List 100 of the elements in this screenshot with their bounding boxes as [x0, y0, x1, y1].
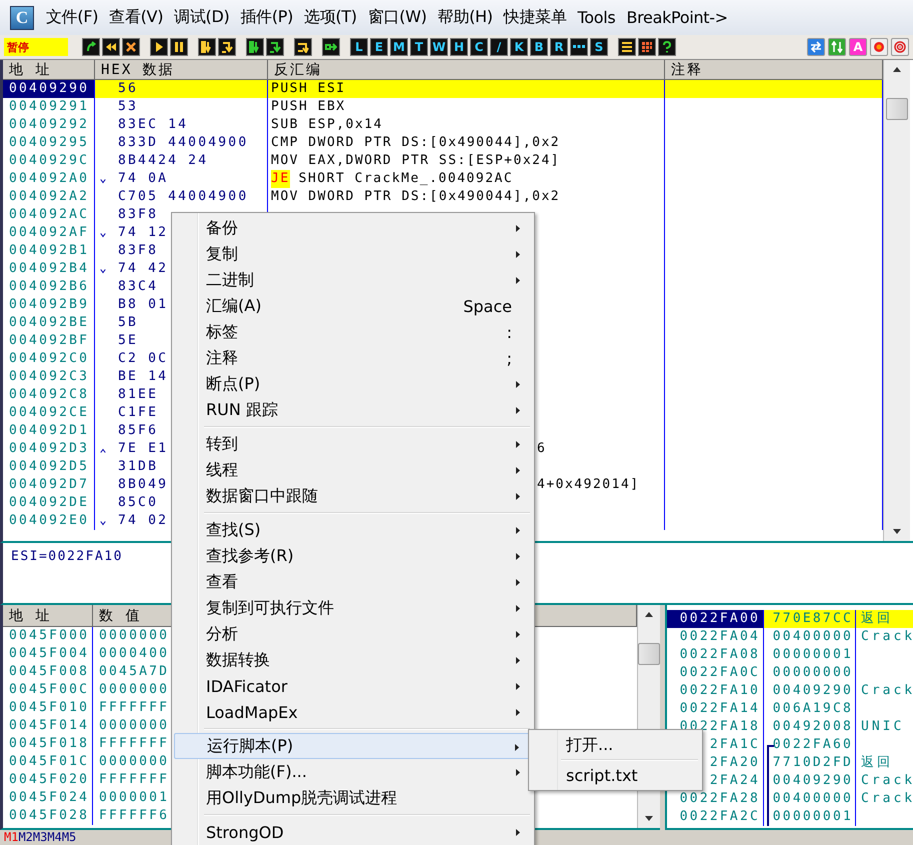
hex-bytes: 83C4 [117, 278, 158, 296]
window-button[interactable]: L [350, 38, 368, 56]
instruction-text: SUB ESP,0x14 [271, 116, 383, 134]
step-over-icon[interactable] [218, 38, 236, 56]
value-cell-text: FFFFFFF [98, 735, 170, 753]
menu-item[interactable]: 二进制 [174, 267, 532, 293]
menu-item[interactable]: 断点(P) [174, 371, 532, 397]
address-cell: 0045F004 [3, 645, 93, 663]
column-header[interactable]: HEX 数据 [95, 60, 268, 80]
hex-bytes: 74 02 [117, 512, 168, 530]
menu-item[interactable]: 文件(F) [41, 5, 104, 30]
menu-item[interactable]: 调试(D) [169, 5, 234, 30]
menu-item[interactable]: 汇编(A) Space [174, 293, 532, 319]
menu-item[interactable]: 线程 [174, 457, 532, 483]
window-button[interactable]: S [590, 38, 608, 56]
menu-item[interactable]: 窗口(W) [362, 5, 432, 30]
window-button[interactable]: M [390, 38, 408, 56]
window-button[interactable]: C [470, 38, 488, 56]
menu-item[interactable]: LoadMapEx [174, 699, 532, 725]
column-header[interactable]: 地 址 [3, 60, 95, 80]
menu-item[interactable]: 快捷菜单 [498, 5, 572, 30]
close-icon[interactable] [122, 38, 140, 56]
scroll-thumb[interactable] [886, 98, 908, 120]
menu-item[interactable]: 备份 [174, 215, 532, 241]
menu-item[interactable]: BreakPoint-> [621, 6, 733, 29]
memory-tab[interactable]: M4 [47, 830, 62, 845]
menu-item[interactable]: StrongOD [174, 819, 532, 845]
window-button[interactable]: B [530, 38, 548, 56]
help-icon[interactable] [658, 38, 676, 56]
menu-item[interactable]: IDAFicator [174, 673, 532, 699]
window-button[interactable]: R [550, 38, 568, 56]
memory-tab[interactable]: M5 [62, 830, 76, 845]
hex-bytes: 53 [117, 98, 138, 116]
up-down-arrows-icon[interactable] [828, 38, 846, 56]
play-icon[interactable] [150, 38, 168, 56]
hex-bytes: 8B4424 24 [117, 152, 208, 170]
step-into-icon[interactable] [198, 38, 216, 56]
restart-icon[interactable] [82, 38, 100, 56]
comment-text: Crack [861, 628, 913, 646]
down-arrow-icon[interactable] [644, 816, 654, 822]
menu-item[interactable]: 复制 [174, 241, 532, 267]
menu-item[interactable]: 帮助(H) [432, 5, 498, 30]
address-cell: 0022FA00 [667, 610, 764, 628]
menu-item[interactable]: 插件(P) [235, 5, 298, 30]
value-cell-text: 0000400 [98, 645, 170, 663]
return-icon[interactable] [294, 38, 312, 56]
grid-icon[interactable] [638, 38, 656, 56]
hex-bytes: C1FE [117, 404, 158, 422]
window-button[interactable]: H [450, 38, 468, 56]
menu-item[interactable]: 查找(S) [174, 517, 532, 543]
window-button[interactable]: T [410, 38, 428, 56]
dots-icon[interactable] [570, 38, 588, 56]
address-cell: 0045F028 [3, 807, 93, 825]
scroll-thumb[interactable] [638, 643, 660, 665]
address-cell: 00409291 [3, 98, 95, 116]
menu-item[interactable]: 选项(T) [299, 5, 362, 30]
menu-item[interactable]: 查找参考(R) [174, 543, 532, 569]
swap-arrows-icon[interactable] [807, 38, 825, 56]
menu-item[interactable]: 脚本功能(F)... [174, 759, 532, 785]
trace-into-icon[interactable] [246, 38, 264, 56]
menu-item[interactable]: Tools [572, 6, 620, 29]
value-cell-text: 0000000 [98, 753, 170, 771]
address-cell: 0045F010 [3, 699, 93, 717]
menu-item[interactable]: 查看 [174, 569, 532, 595]
pause-icon[interactable] [170, 38, 188, 56]
menu-item[interactable]: 用OllyDump脱壳调试进程 [174, 785, 532, 811]
column-header[interactable]: 地 址 [3, 605, 93, 627]
menu-item[interactable]: RUN 跟踪 [174, 397, 532, 423]
window-button[interactable]: / [490, 38, 508, 56]
menu-item[interactable]: 查看(V) [104, 5, 168, 30]
window-button[interactable]: W [430, 38, 448, 56]
value-cell-text: 00492008 [772, 718, 853, 736]
record-icon[interactable] [870, 38, 888, 56]
up-arrow-icon[interactable] [892, 66, 902, 72]
goto-icon[interactable] [322, 38, 340, 56]
address-cell: 004092DE [3, 494, 95, 512]
memory-tab[interactable]: M3 [32, 830, 48, 845]
target-icon[interactable] [891, 38, 909, 56]
trace-over-icon[interactable] [266, 38, 284, 56]
instruction-text: 4+0x492014] [537, 476, 640, 494]
value-cell-text: 00000000 [772, 664, 853, 682]
down-arrow-icon[interactable] [892, 529, 902, 535]
up-arrow-icon[interactable] [644, 611, 654, 617]
window-button[interactable]: K [510, 38, 528, 56]
hex-bytes: 85C0 [117, 494, 158, 512]
menu-item[interactable]: 复制到可执行文件 [174, 595, 532, 621]
rewind-icon[interactable] [102, 38, 120, 56]
scrollbar[interactable] [883, 60, 910, 541]
column-header[interactable]: 反汇编 [268, 60, 665, 80]
menu-item[interactable]: 转到 [174, 431, 532, 457]
menu-item[interactable]: 标签 : [174, 319, 532, 345]
memory-tab[interactable]: M2 [18, 830, 33, 845]
menu-item[interactable]: 数据窗口中跟随 [174, 483, 532, 509]
menu-item[interactable]: 分析 [174, 621, 532, 647]
window-button[interactable]: E [370, 38, 388, 56]
menu-item[interactable]: 数据转换 [174, 647, 532, 673]
column-header[interactable]: 注释 [665, 60, 883, 80]
list-icon[interactable] [618, 38, 636, 56]
instruction-text: 6 [537, 440, 546, 458]
menu-item[interactable]: 注释 ; [174, 345, 532, 371]
